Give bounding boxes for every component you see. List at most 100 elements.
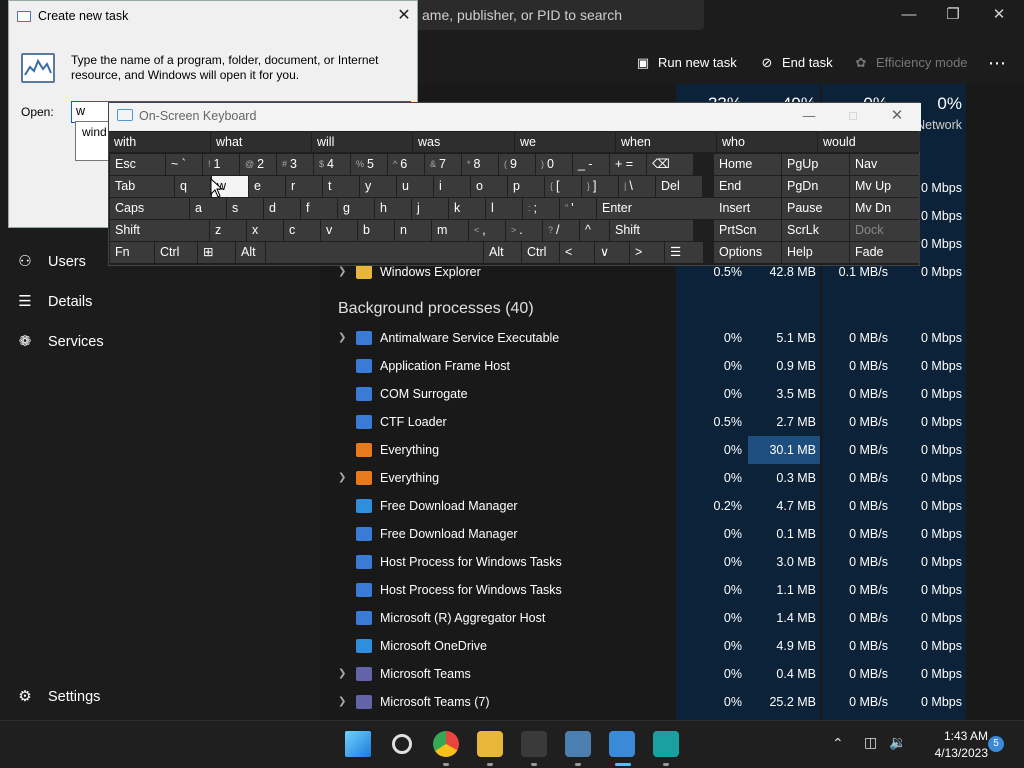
key[interactable]: Alt [484,242,521,263]
key[interactable]: Alt [236,242,265,263]
key[interactable]: Fade [850,242,920,263]
key[interactable]: z [210,220,246,241]
table-row[interactable]: Microsoft OneDrive 0% 4.9 MB 0 MB/s 0 Mbps [320,632,1024,660]
key[interactable]: y [360,176,396,197]
key[interactable]: @2 [240,154,276,175]
table-row[interactable]: ❯ Everything 0% 0.3 MB 0 MB/s 0 Mbps [320,464,1024,492]
nav-services[interactable]: ❁ Services [14,322,104,362]
key[interactable]: d [264,198,300,219]
key[interactable]: m [432,220,468,241]
key[interactable]: l [486,198,522,219]
end-task-button[interactable]: ⊘ End task [758,42,833,84]
expand-chevron-icon[interactable]: ❯ [338,688,350,716]
table-row[interactable]: Microsoft (R) Aggregator Host 0% 1.4 MB 0 M… [320,604,1024,632]
search-input[interactable]: ame, publisher, or PID to search [410,0,704,30]
key[interactable]: * 8 [462,154,498,175]
key[interactable]: :; [523,198,559,219]
expand-chevron-icon[interactable]: ❯ [338,464,350,492]
key[interactable]: ⊞ [198,242,235,263]
key[interactable]: c [284,220,320,241]
expand-chevron-icon[interactable]: ❯ [338,660,350,688]
key[interactable]: j [412,198,448,219]
key[interactable]: ⌫ [647,154,693,175]
table-row[interactable]: COM Surrogate 0% 3.5 MB 0 MB/s 0 Mbps [320,380,1024,408]
key[interactable]: $4 [314,154,350,175]
key[interactable]: Ctrl [155,242,197,263]
volume-icon[interactable]: 🔉 [889,734,906,751]
table-row[interactable]: CTF Loader 0.5% 2.7 MB 0 MB/s 0 Mbps [320,408,1024,436]
key[interactable]: Shift [110,220,209,241]
efficiency-mode-button[interactable]: ✿ Efficiency mode [852,42,968,84]
table-row[interactable]: ❯ Antimalware Service Executable 0% 5.1 MB 0… [320,324,1024,352]
key[interactable]: r [286,176,322,197]
key[interactable]: Nav [850,154,920,175]
table-row[interactable]: Host Process for Windows Tasks 0% 3.0 MB 0 … [320,548,1024,576]
key[interactable]: Ctrl [522,242,559,263]
file-explorer-icon[interactable] [477,731,503,757]
key[interactable]: >. [506,220,542,241]
key[interactable]: k [449,198,485,219]
key[interactable]: (9 [499,154,535,175]
key[interactable] [266,242,483,263]
close-button[interactable]: ✕ [976,0,1022,30]
key[interactable]: Del [656,176,702,197]
key[interactable]: a [190,198,226,219]
key[interactable]: PgUp [782,154,849,175]
terminal-icon[interactable] [521,731,547,757]
table-row[interactable]: Host Process for Windows Tasks 0% 1.1 MB 0 … [320,576,1024,604]
key[interactable]: t [323,176,359,197]
key[interactable]: Caps [110,198,189,219]
key[interactable]: i [434,176,470,197]
key[interactable]: ∨ [595,242,629,263]
nav-users[interactable]: ⚇ Users [14,242,86,282]
key[interactable]: p [508,176,544,197]
key[interactable]: Help [782,242,849,263]
minimize-button[interactable]: — [886,0,932,30]
key[interactable]: " ' [560,198,596,219]
table-row[interactable]: ❯ Microsoft Teams (7) 0% 25.2 MB 0 MB/s 0 Mbp… [320,688,1024,716]
key[interactable]: n [395,220,431,241]
key[interactable]: Pause [782,198,849,219]
notification-badge[interactable]: 5 [988,736,1004,752]
key[interactable]: ^ 6 [388,154,424,175]
table-row[interactable]: ❯ Microsoft Teams 0% 0.4 MB 0 MB/s 0 Mbps [320,660,1024,688]
key[interactable]: ! 1 [203,154,239,175]
key[interactable]: Shift [610,220,693,241]
key[interactable]: Options [714,242,781,263]
key[interactable]: + = [610,154,646,175]
table-row[interactable]: Free Download Manager 0% 0.1 MB 0 MB/s 0 Mbp… [320,520,1024,548]
dialog-close-button[interactable]: ✕ [395,5,413,25]
expand-chevron-icon[interactable]: ❯ [338,324,350,352]
key[interactable]: <, [469,220,505,241]
key[interactable]: ☰ [665,242,703,263]
key[interactable]: }] [582,176,618,197]
key[interactable]: q [175,176,211,197]
key[interactable]: #3 [277,154,313,175]
key[interactable]: _ - [573,154,609,175]
resource-monitor-icon[interactable] [565,731,591,757]
chrome-icon[interactable] [433,731,459,757]
key[interactable]: ^ [580,220,609,241]
clock-date[interactable]: 4/13/2023 [918,746,988,760]
key[interactable]: h [375,198,411,219]
key[interactable]: v [321,220,357,241]
more-options-button[interactable]: ⋯ [988,42,1006,84]
key[interactable]: Tab [110,176,174,197]
key[interactable]: Mv Up [850,176,920,197]
key[interactable]: > [630,242,664,263]
key[interactable]: x [247,220,283,241]
key[interactable]: ScrLk [782,220,849,241]
restore-button[interactable]: ❐ [930,0,976,30]
clock-time[interactable]: 1:43 AM [928,729,988,743]
remote-desktop-icon[interactable] [653,731,679,757]
key[interactable]: s [227,198,263,219]
start-icon[interactable] [345,731,371,757]
key[interactable]: PgDn [782,176,849,197]
table-row[interactable]: Free Download Manager 0.2% 4.7 MB 0 MB/s 0 M… [320,492,1024,520]
key[interactable]: ) 0 [536,154,572,175]
key[interactable]: Esc [110,154,165,175]
network-icon[interactable]: ◫ [864,734,877,751]
key[interactable]: ~ ` [166,154,202,175]
key[interactable]: Insert [714,198,781,219]
key[interactable]: f [301,198,337,219]
